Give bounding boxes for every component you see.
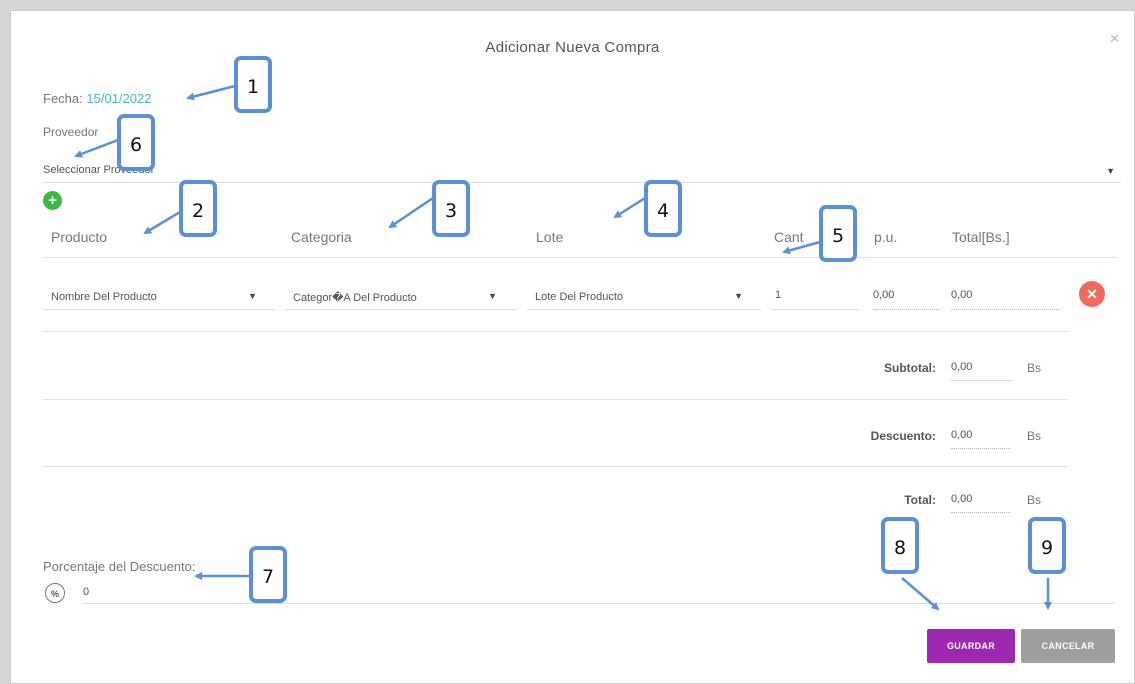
callout-arrow-6 bbox=[74, 138, 119, 158]
callout-arrow-1 bbox=[186, 84, 236, 101]
callout-9: 9 bbox=[1028, 517, 1066, 574]
callout-2: 2 bbox=[179, 180, 217, 237]
callout-arrow-3 bbox=[388, 196, 434, 229]
annotation-arrows bbox=[74, 84, 1052, 611]
callout-6: 6 bbox=[117, 114, 155, 171]
callout-4: 4 bbox=[644, 180, 682, 237]
callout-arrow-8 bbox=[901, 577, 940, 611]
callout-1: 1 bbox=[234, 56, 272, 113]
callout-8: 8 bbox=[881, 517, 919, 574]
callout-7: 7 bbox=[249, 546, 287, 603]
callout-3: 3 bbox=[432, 180, 470, 237]
callout-arrow-5 bbox=[782, 240, 821, 255]
callout-5: 5 bbox=[819, 205, 857, 262]
callout-arrow-2 bbox=[143, 210, 181, 235]
callout-arrow-4 bbox=[613, 196, 646, 219]
